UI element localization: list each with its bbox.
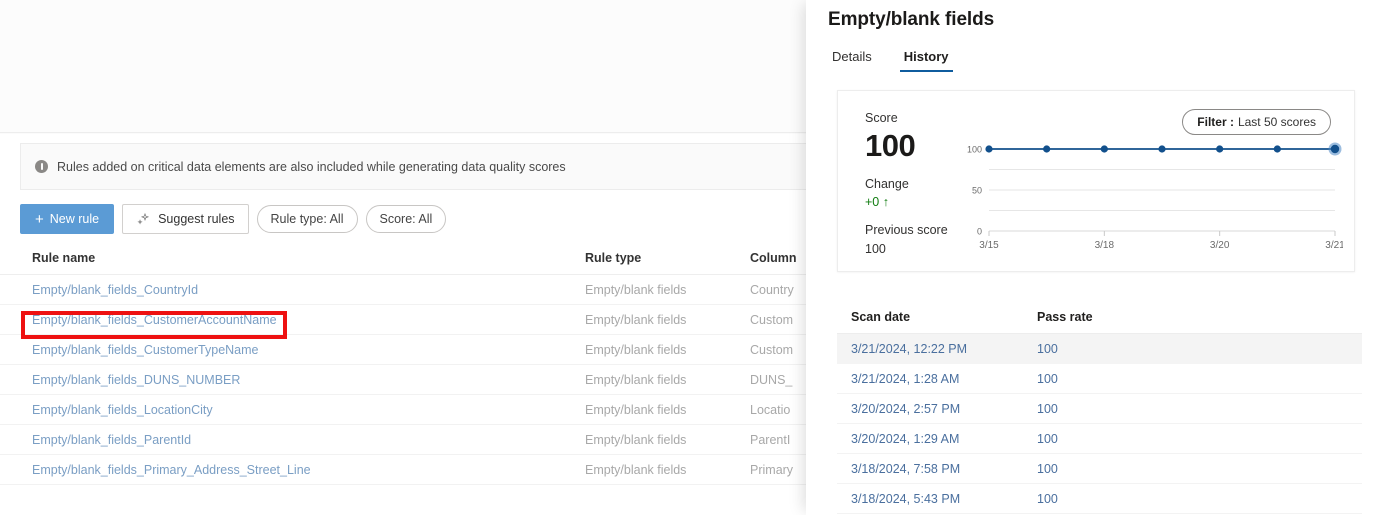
rule-name-link[interactable]: Empty/blank_fields_DUNS_NUMBER xyxy=(32,373,585,387)
tab-details-label: Details xyxy=(832,49,872,64)
data-point xyxy=(1330,144,1340,154)
y-tick-label: 50 xyxy=(972,186,982,196)
score-label: Score xyxy=(865,111,898,125)
rule-name-link[interactable]: Empty/blank_fields_CustomerAccountName xyxy=(32,313,585,327)
info-icon xyxy=(35,160,48,173)
scan-table-header: Scan date Pass rate xyxy=(837,300,1362,334)
scan-date-cell: 3/18/2024, 7:58 PM xyxy=(851,461,961,476)
scan-table-row[interactable]: 3/18/2024, 5:43 PM 100 xyxy=(837,484,1362,514)
score-filter[interactable]: Score: All xyxy=(365,205,447,233)
pass-rate-cell: 100 xyxy=(1037,491,1058,506)
y-tick-label: 0 xyxy=(977,227,982,237)
score-filter-label: Score: All xyxy=(379,212,433,226)
pass-rate-cell: 100 xyxy=(1037,461,1058,476)
rule-type-cell: Empty/blank fields xyxy=(585,342,687,357)
data-point xyxy=(1100,145,1108,153)
chart-svg: 0 50 100 3/15 3/18 3/20 3/21 xyxy=(967,142,1343,251)
pass-rate-cell: 100 xyxy=(1037,341,1058,356)
rule-name-link[interactable]: Empty/blank_fields_CustomerTypeName xyxy=(32,343,585,357)
suggest-rules-button[interactable]: Suggest rules xyxy=(122,204,249,234)
pass-rate-cell: 100 xyxy=(1037,431,1058,446)
data-point xyxy=(1273,145,1281,153)
top-blank-region xyxy=(0,0,806,133)
scan-table-row[interactable]: 3/18/2024, 7:58 PM 100 xyxy=(837,454,1362,484)
rule-name-link[interactable]: Empty/blank_fields_Primary_Address_Stree… xyxy=(32,463,585,477)
scan-table-row[interactable]: 3/21/2024, 12:22 PM 100 xyxy=(837,334,1362,364)
table-row[interactable]: Empty/blank_fields_DUNS_NUMBER Empty/bla… xyxy=(0,365,806,395)
x-tick-label: 3/15 xyxy=(979,240,999,251)
scan-date-cell: 3/18/2024, 5:43 PM xyxy=(851,491,961,506)
score-history-chart: 0 50 100 3/15 3/18 3/20 3/21 xyxy=(953,139,1343,257)
table-row[interactable]: Empty/blank_fields_CustomerTypeName Empt… xyxy=(0,335,806,365)
panel-tabs: Details History xyxy=(828,46,953,72)
scan-table-row[interactable]: 3/20/2024, 1:29 AM 100 xyxy=(837,424,1362,454)
table-row[interactable]: Empty/blank_fields_CustomerAccountName E… xyxy=(0,305,806,335)
tab-history[interactable]: History xyxy=(899,46,953,72)
rule-type-cell: Empty/blank fields xyxy=(585,402,687,417)
filter-pill-key: Filter : xyxy=(1197,115,1234,129)
new-rule-button-label: New rule xyxy=(49,212,100,226)
x-tick-label: 3/18 xyxy=(1095,240,1115,251)
pass-rate-cell: 100 xyxy=(1037,401,1058,416)
filter-pill-value: Last 50 scores xyxy=(1237,115,1316,129)
score-filter-pill[interactable]: Filter : Last 50 scores xyxy=(1182,109,1331,135)
score-card: Score 100 Change +0 ↑ Previous score 100… xyxy=(837,90,1355,272)
detail-panel: Empty/blank fields Details History Score… xyxy=(806,0,1380,515)
pass-rate-cell: 100 xyxy=(1037,371,1058,386)
scan-date-cell: 3/20/2024, 2:57 PM xyxy=(851,401,961,416)
rule-name-link[interactable]: Empty/blank_fields_CountryId xyxy=(32,283,585,297)
header-scan-date: Scan date xyxy=(851,309,911,324)
header-rule-name: Rule name xyxy=(32,250,96,265)
scan-history-table: Scan date Pass rate 3/21/2024, 12:22 PM … xyxy=(837,300,1362,514)
table-row[interactable]: Empty/blank_fields_ParentId Empty/blank … xyxy=(0,425,806,455)
new-rule-button[interactable]: + New rule xyxy=(20,204,115,234)
scan-date-cell: 3/21/2024, 12:22 PM xyxy=(851,341,968,356)
app-root: Rules added on critical data elements ar… xyxy=(0,0,1380,515)
data-point xyxy=(1043,145,1051,153)
rule-type-filter-label: Rule type: All xyxy=(270,212,344,226)
data-point xyxy=(1216,145,1224,153)
scan-date-cell: 3/21/2024, 1:28 AM xyxy=(851,371,960,386)
scan-table-row[interactable]: 3/20/2024, 2:57 PM 100 xyxy=(837,394,1362,424)
rule-type-filter[interactable]: Rule type: All xyxy=(256,205,358,233)
suggest-rules-button-label: Suggest rules xyxy=(158,212,235,226)
scan-table-row[interactable]: 3/21/2024, 1:28 AM 100 xyxy=(837,364,1362,394)
rules-toolbar: + New rule Suggest rules Rule type: All xyxy=(20,204,447,234)
data-point xyxy=(985,145,993,153)
rules-list-pane: Rules added on critical data elements ar… xyxy=(0,0,880,515)
page-title: Empty/blank fields xyxy=(828,9,995,30)
info-banner-text: Rules added on critical data elements ar… xyxy=(57,159,566,174)
x-tick-label: 3/20 xyxy=(1210,240,1230,251)
rule-type-cell: Empty/blank fields xyxy=(585,372,687,387)
rule-name-link[interactable]: Empty/blank_fields_LocationCity xyxy=(32,403,585,417)
rule-type-cell: Empty/blank fields xyxy=(585,312,687,327)
rules-list-body: Rules added on critical data elements ar… xyxy=(0,134,880,515)
scan-date-cell: 3/20/2024, 1:29 AM xyxy=(851,431,960,446)
rule-name-link[interactable]: Empty/blank_fields_ParentId xyxy=(32,433,585,447)
rules-table-header: Rule name Rule type Column xyxy=(0,241,806,275)
plus-icon: + xyxy=(35,210,44,228)
table-row[interactable]: Empty/blank_fields_LocationCity Empty/bl… xyxy=(0,395,806,425)
info-banner: Rules added on critical data elements ar… xyxy=(20,143,880,190)
table-row[interactable]: Empty/blank_fields_CountryId Empty/blank… xyxy=(0,275,806,305)
rule-type-cell: Empty/blank fields xyxy=(585,282,687,297)
sparkle-icon xyxy=(136,212,151,227)
y-tick-label: 100 xyxy=(967,145,982,155)
rule-type-cell: Empty/blank fields xyxy=(585,432,687,447)
rule-type-cell: Empty/blank fields xyxy=(585,462,687,477)
header-rule-type: Rule type xyxy=(585,250,642,265)
table-row[interactable]: Empty/blank_fields_Primary_Address_Stree… xyxy=(0,455,806,485)
tab-history-label: History xyxy=(903,49,949,64)
header-pass-rate: Pass rate xyxy=(1037,309,1093,324)
x-tick-label: 3/21 xyxy=(1325,240,1343,251)
rules-table: Rule name Rule type Column Empty/blank_f… xyxy=(0,241,806,485)
tab-details[interactable]: Details xyxy=(828,46,876,72)
data-point xyxy=(1158,145,1166,153)
